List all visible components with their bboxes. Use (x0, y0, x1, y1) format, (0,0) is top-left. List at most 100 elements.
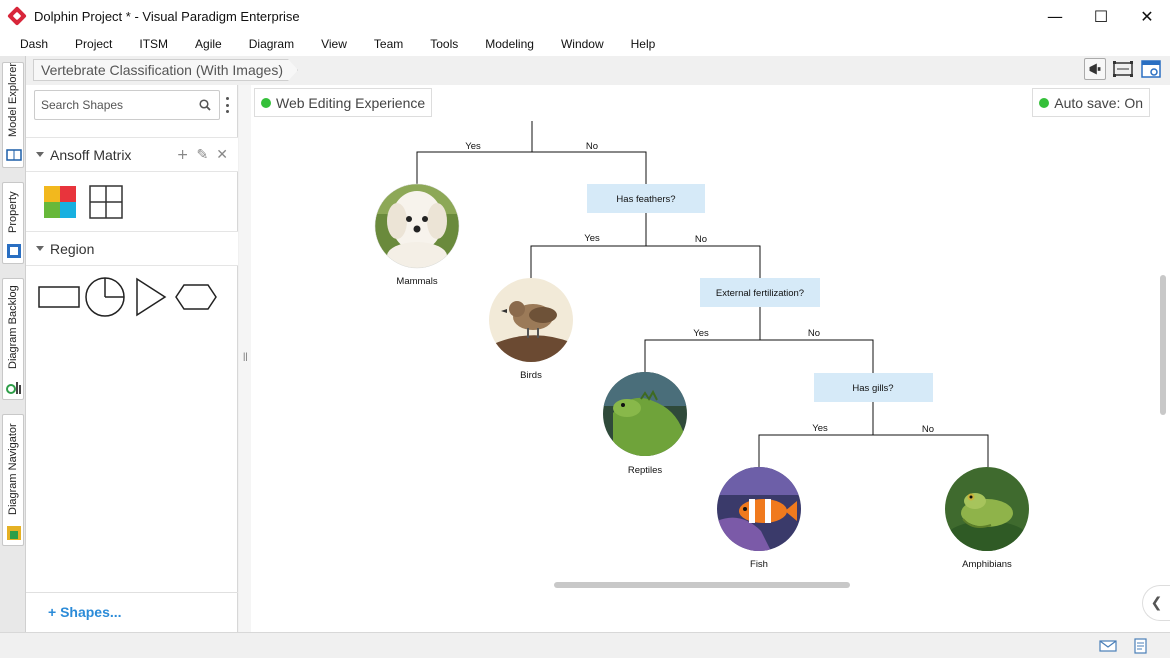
answer-no-label: No (808, 328, 820, 339)
decision-has-feathers[interactable]: Has feathers? (587, 184, 705, 213)
search-input[interactable] (41, 98, 191, 112)
answer-yes-label: Yes (584, 233, 600, 244)
more-options-icon[interactable] (226, 97, 230, 113)
menu-view[interactable]: View (309, 37, 362, 51)
answer-no-label: No (922, 424, 934, 435)
region-shape-palette (38, 277, 217, 317)
class-label-reptiles: Reptiles (628, 465, 663, 476)
birds-image[interactable] (489, 278, 573, 362)
answer-yes-label: Yes (812, 423, 828, 434)
sidebar-splitter[interactable]: || (239, 85, 251, 632)
class-label-fish: Fish (750, 559, 768, 570)
add-shapes-link[interactable]: + Shapes... (48, 604, 122, 620)
menu-team[interactable]: Team (362, 37, 418, 51)
ansoff-matrix-outline-shape[interactable] (88, 184, 124, 220)
fish-image[interactable] (717, 467, 801, 551)
tab-model-explorer[interactable]: Model Explorer (2, 62, 24, 168)
mail-icon[interactable] (1099, 638, 1117, 654)
tab-property-label: Property (7, 191, 19, 233)
app-logo-icon (7, 6, 27, 26)
tab-model-explorer-label: Model Explorer (7, 63, 19, 137)
mammals-image[interactable] (374, 183, 460, 270)
status-dot-icon (1039, 97, 1050, 108)
tab-diagram-backlog-label: Diagram Backlog (7, 285, 19, 369)
edit-icon[interactable]: ✎ (197, 147, 209, 163)
class-label-amphibians: Amphibians (962, 559, 1012, 570)
shapes-sidebar: Ansoff Matrix + ✎ ✕ Region + Shapes... (26, 85, 238, 632)
collapse-panel-button[interactable]: ❮ (1142, 585, 1170, 621)
window-controls: — ☐ ✕ (1032, 0, 1170, 32)
status-dot-icon (261, 97, 271, 108)
diagram-area[interactable]: Yes No Yes No Yes No Yes No Has feathers… (251, 121, 1154, 578)
amphibians-image[interactable] (945, 467, 1029, 557)
menu-tools[interactable]: Tools (418, 37, 473, 51)
answer-yes-label: Yes (693, 328, 709, 339)
tab-diagram-navigator-label: Diagram Navigator (7, 423, 19, 515)
answer-no-label: No (695, 234, 707, 245)
menu-itsm[interactable]: ITSM (127, 37, 183, 51)
book-icon (6, 149, 22, 161)
collapse-caret-icon[interactable] (36, 246, 44, 251)
diagram-settings-icon[interactable] (1140, 58, 1162, 80)
answer-yes-label: Yes (465, 141, 481, 152)
region-shapes (26, 265, 238, 325)
menu-agile[interactable]: Agile (183, 37, 237, 51)
menu-project[interactable]: Project (63, 37, 127, 51)
horizontal-scrollbar[interactable] (554, 582, 850, 588)
chevron-left-icon: ❮ (1150, 595, 1163, 611)
rectangle-shape (38, 286, 80, 308)
announcement-icon[interactable] (1084, 58, 1106, 80)
tab-diagram-backlog[interactable]: Diagram Backlog (2, 278, 24, 400)
section-ansoff-matrix[interactable]: Ansoff Matrix + ✎ ✕ (26, 137, 238, 171)
breadcrumb[interactable]: Vertebrate Classification (With Images) (33, 59, 298, 81)
search-icon[interactable] (199, 99, 211, 111)
decision-tree-diagram: Yes No Yes No Yes No Yes No Has feathers… (374, 121, 1029, 570)
class-label-mammals: Mammals (396, 276, 437, 287)
reptiles-image[interactable] (603, 372, 687, 456)
section-title: Ansoff Matrix (50, 146, 132, 163)
decision-label: Has gills? (852, 383, 893, 394)
menu-help[interactable]: Help (619, 37, 671, 51)
status-bar (0, 632, 1170, 658)
splitter-grip-icon[interactable]: || (243, 351, 248, 361)
section-actions: + ✎ ✕ (177, 147, 228, 163)
window-title: Dolphin Project * - Visual Paradigm Ente… (34, 8, 300, 24)
answer-no-label: No (586, 141, 598, 152)
triangle-shape (136, 277, 167, 317)
collapse-caret-icon[interactable] (36, 152, 44, 157)
menu-window[interactable]: Window (549, 37, 619, 51)
decision-external-fertilization[interactable]: External fertilization? (700, 278, 820, 307)
menu-dash[interactable]: Dash (8, 37, 63, 51)
section-title: Region (50, 240, 95, 257)
menu-modeling[interactable]: Modeling (473, 37, 549, 51)
search-box (34, 90, 220, 120)
auto-save-badge[interactable]: Auto save: On (1032, 88, 1150, 117)
backlog-icon (6, 382, 21, 394)
title-bar: Dolphin Project * - Visual Paradigm Ente… (0, 0, 1170, 32)
navigator-icon (7, 526, 21, 540)
tab-property[interactable]: Property (2, 182, 24, 264)
decision-has-gills[interactable]: Has gills? (814, 373, 933, 402)
ansoff-shapes (26, 171, 238, 231)
property-icon (7, 244, 21, 258)
notes-icon[interactable] (1132, 638, 1150, 654)
menu-diagram[interactable]: Diagram (237, 37, 309, 51)
remove-icon[interactable]: ✕ (216, 147, 228, 163)
web-editing-badge[interactable]: Web Editing Experience (254, 88, 433, 117)
fit-diagram-icon[interactable] (1112, 58, 1134, 80)
decision-label: Has feathers? (616, 194, 675, 205)
diagram-canvas[interactable]: Web Editing Experience Auto save: On Yes (251, 85, 1170, 632)
breadcrumb-bar: Vertebrate Classification (With Images) (26, 56, 1170, 85)
add-icon[interactable]: + (177, 147, 189, 163)
top-right-toolbar (1084, 58, 1162, 80)
web-editing-label: Web Editing Experience (276, 94, 426, 111)
close-button[interactable]: ✕ (1124, 0, 1170, 32)
minimize-button[interactable]: — (1032, 0, 1078, 32)
hexagon-shape (175, 284, 217, 310)
pie-shape (85, 277, 125, 317)
section-region[interactable]: Region (26, 231, 238, 265)
vertical-scrollbar[interactable] (1160, 275, 1166, 415)
tab-diagram-navigator[interactable]: Diagram Navigator (2, 414, 24, 546)
ansoff-matrix-color-shape[interactable] (42, 184, 78, 220)
maximize-button[interactable]: ☐ (1078, 0, 1124, 32)
